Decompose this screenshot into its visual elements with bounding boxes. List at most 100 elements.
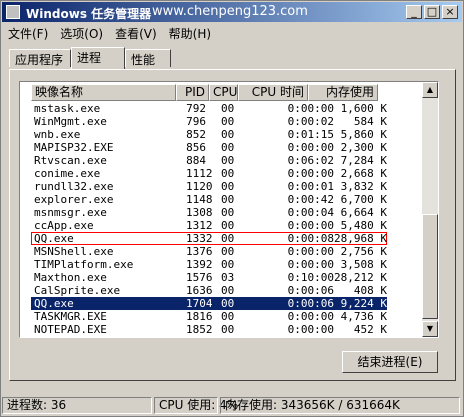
scroll-up-icon[interactable]: ▲ (422, 82, 438, 98)
column-cpu-time[interactable]: CPU 时间 (238, 84, 308, 101)
process-memory: 2,756 K (340, 245, 387, 258)
process-cpu-time: 0:00:02 (287, 115, 334, 128)
process-name: WinMgmt.exe (34, 115, 107, 128)
process-memory: 5,860 K (340, 128, 387, 141)
process-cpu: 00 (221, 206, 235, 219)
table-row[interactable]: wnb.exe 852 00 0:01:15 5,860 K (31, 128, 387, 141)
status-memory-usage: 内存使用: 343656K / 631664K (220, 397, 460, 414)
tab-performance[interactable]: 性能 (125, 49, 171, 67)
process-cpu-time: 0:06:02 (287, 154, 334, 167)
menu-options[interactable]: 选项(O) (54, 23, 109, 44)
process-cpu: 00 (221, 167, 235, 180)
process-memory: 28,212 K (334, 271, 387, 284)
process-cpu-time: 0:00:06 (287, 284, 334, 297)
table-row[interactable]: QQ.exe 1704 00 0:00:06 9,224 K (31, 297, 387, 310)
process-cpu: 00 (221, 258, 235, 271)
process-name: conime.exe (34, 167, 101, 180)
table-row[interactable]: TIMPlatform.exe 1392 00 0:00:00 3,508 K (31, 258, 387, 271)
process-memory: 2,668 K (340, 167, 387, 180)
table-row[interactable]: QQ.exe 1332 00 0:00:08 28,968 K (31, 232, 387, 245)
process-name: QQ.exe (34, 232, 74, 245)
table-row[interactable]: Rtvscan.exe 884 00 0:06:02 7,284 K (31, 154, 387, 167)
process-pid: 1112 (186, 167, 213, 180)
process-memory: 2,300 K (340, 141, 387, 154)
process-name: MAPISP32.EXE (34, 141, 114, 154)
column-cpu[interactable]: CPU (209, 84, 238, 101)
table-row[interactable]: TASKMGR.EXE 1816 00 0:00:00 4,736 K (31, 310, 387, 323)
table-row[interactable]: CalSprite.exe 1636 00 0:00:06 408 K (31, 284, 387, 297)
table-row[interactable]: msnmsgr.exe 1308 00 0:00:04 6,664 K (31, 206, 387, 219)
table-row[interactable]: Maxthon.exe 1576 03 0:10:00 28,212 K (31, 271, 387, 284)
tab-processes[interactable]: 进程 (71, 47, 125, 69)
process-name: mstask.exe (34, 102, 101, 115)
process-pid: 856 (186, 141, 206, 154)
menu-help[interactable]: 帮助(H) (163, 23, 217, 44)
process-memory: 5,480 K (340, 219, 387, 232)
table-row[interactable]: conime.exe 1112 00 0:00:00 2,668 K (31, 167, 387, 180)
menu-file[interactable]: 文件(F) (2, 23, 54, 44)
table-row[interactable]: MSNShell.exe 1376 00 0:00:00 2,756 K (31, 245, 387, 258)
scroll-thumb[interactable] (422, 214, 438, 319)
minimize-icon[interactable]: _ (406, 5, 422, 19)
process-name: explorer.exe (34, 193, 114, 206)
table-row[interactable]: mstask.exe 792 00 0:00:00 1,600 K (31, 102, 387, 115)
list-header: 映像名称 PID CPU CPU 时间 内存使用 (31, 84, 378, 101)
process-cpu: 00 (221, 284, 235, 297)
status-bar: 进程数: 36 CPU 使用: 4% 内存使用: 343656K / 63166… (2, 396, 462, 415)
table-row[interactable]: explorer.exe 1148 00 0:00:42 6,700 K (31, 193, 387, 206)
process-cpu-time: 0:00:06 (287, 297, 334, 310)
process-memory: 28,968 K (334, 232, 387, 245)
menu-bar: 文件(F) 选项(O) 查看(V) 帮助(H) (2, 23, 217, 41)
process-memory: 408 K (353, 284, 387, 297)
process-name: msnmsgr.exe (34, 206, 107, 219)
process-cpu: 00 (221, 219, 235, 232)
end-process-button[interactable]: 结束进程(E) (342, 351, 438, 373)
maximize-icon[interactable]: □ (424, 5, 440, 19)
process-memory: 9,224 K (340, 297, 387, 310)
close-icon[interactable]: × (442, 5, 458, 19)
process-cpu-time: 0:00:00 (287, 219, 334, 232)
process-cpu-time: 0:00:00 (287, 167, 334, 180)
column-pid[interactable]: PID (176, 84, 209, 101)
process-cpu-time: 0:01:15 (287, 128, 334, 141)
process-rows: mstask.exe 792 00 0:00:00 1,600 K WinMgmt.exe… (31, 102, 387, 336)
process-name: TIMPlatform.exe (34, 258, 134, 271)
process-pid: 792 (186, 102, 206, 115)
process-pid: 1120 (186, 180, 213, 193)
process-pid: 1308 (186, 206, 213, 219)
table-row[interactable]: rundll32.exe 1120 00 0:00:01 3,832 K (31, 180, 387, 193)
process-cpu-time: 0:00:00 (287, 245, 334, 258)
process-memory: 7,284 K (340, 154, 387, 167)
process-cpu-time: 0:10:00 (287, 271, 334, 284)
process-pid: 1704 (186, 297, 213, 310)
title-bar[interactable]: Windows 任务管理器 www.chenpeng123.com _ □ × (2, 2, 462, 22)
watermark-text: www.chenpeng123.com (152, 4, 308, 19)
process-cpu-time: 0:00:00 (287, 141, 334, 154)
process-cpu: 00 (221, 245, 235, 258)
process-name: Maxthon.exe (34, 271, 107, 284)
process-pid: 796 (186, 115, 206, 128)
table-row[interactable]: WinMgmt.exe 796 00 0:00:02 584 K (31, 115, 387, 128)
table-row[interactable]: MAPISP32.EXE 856 00 0:00:00 2,300 K (31, 141, 387, 154)
process-name: MSNShell.exe (34, 245, 114, 258)
process-pid: 1148 (186, 193, 213, 206)
process-cpu-time: 0:00:00 (287, 258, 334, 271)
table-row[interactable]: ccApp.exe 1312 00 0:00:00 5,480 K (31, 219, 387, 232)
process-cpu: 00 (221, 297, 235, 310)
vertical-scrollbar[interactable]: ▲ ▼ (422, 82, 438, 337)
process-memory: 584 K (353, 115, 387, 128)
table-row[interactable]: NOTEPAD.EXE 1852 00 0:00:00 452 K (31, 323, 387, 336)
process-cpu: 00 (221, 323, 235, 336)
process-cpu-time: 0:00:00 (287, 102, 334, 115)
process-list[interactable]: 映像名称 PID CPU CPU 时间 内存使用 mstask.exe 792 00… (19, 81, 439, 338)
process-cpu-time: 0:00:08 (287, 232, 334, 245)
process-name: ccApp.exe (34, 219, 94, 232)
column-image-name[interactable]: 映像名称 (31, 84, 176, 101)
process-cpu: 00 (221, 154, 235, 167)
column-memory[interactable]: 内存使用 (308, 84, 378, 101)
menu-view[interactable]: 查看(V) (109, 23, 163, 44)
process-cpu: 00 (221, 310, 235, 323)
process-cpu: 00 (221, 102, 235, 115)
tab-applications[interactable]: 应用程序 (9, 49, 71, 67)
scroll-down-icon[interactable]: ▼ (422, 321, 438, 337)
